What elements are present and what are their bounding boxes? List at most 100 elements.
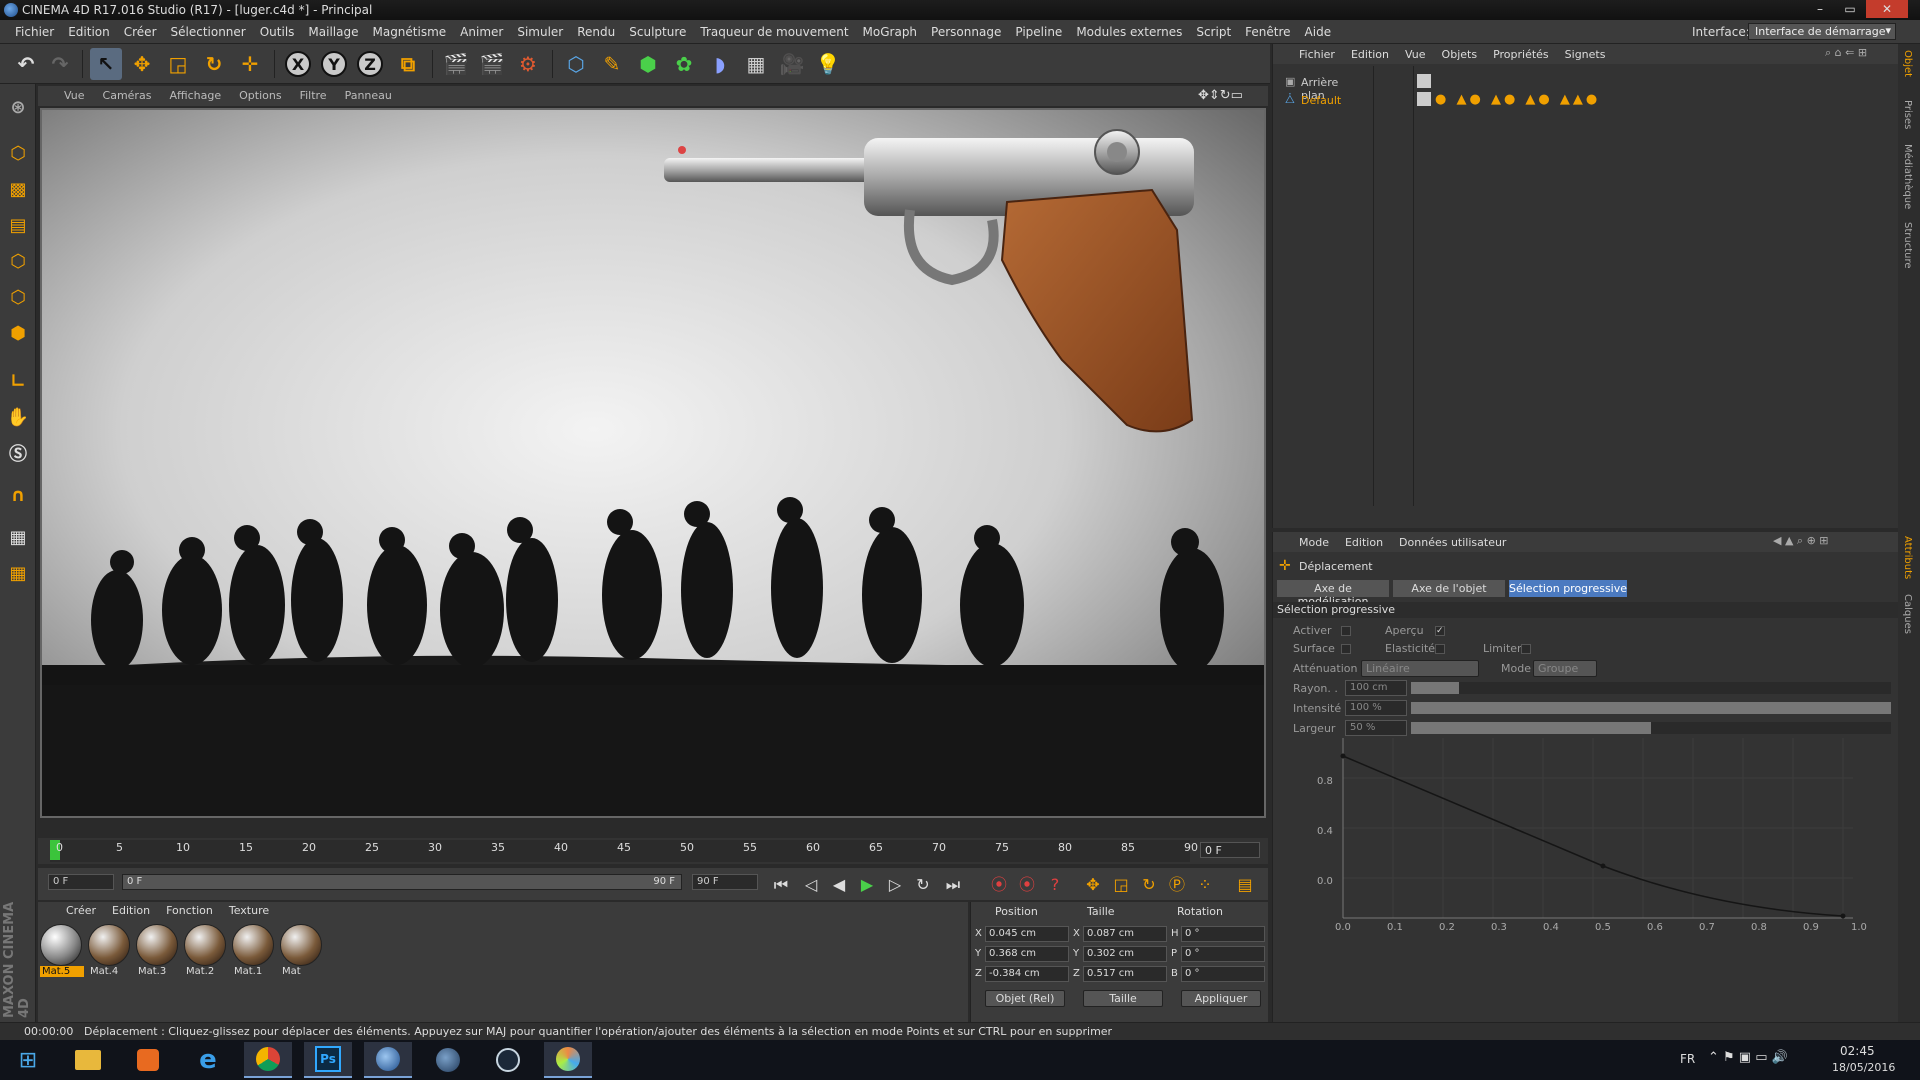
start-button[interactable]: ⊞ [4,1042,52,1078]
chrome-icon[interactable] [244,1042,292,1078]
snap-icon[interactable]: ∩ [3,480,33,510]
material-swatch[interactable]: Mat [280,924,324,980]
undo-icon[interactable]: ↶ [10,48,42,80]
make-editable-icon[interactable]: ⊛ [3,92,33,122]
cinema4d-secondary-icon[interactable] [424,1042,472,1078]
scale-tool-icon[interactable]: ◲ [162,48,194,80]
pen-spline-icon[interactable]: ✎ [596,48,628,80]
keyframe-selection-icon[interactable]: ? [1044,874,1066,896]
x-axis-lock-button[interactable]: X [282,48,314,80]
menu-pipeline[interactable]: Pipeline [1008,20,1069,44]
y-axis-lock-button[interactable]: Y [318,48,350,80]
photoshop-icon[interactable]: Ps [304,1042,352,1078]
record-keys-icon[interactable]: ⦿ [988,874,1010,896]
menu-selectionner[interactable]: Sélectionner [164,20,253,44]
material-menu-texture[interactable]: Texture [229,904,269,917]
polygons-mode-icon[interactable]: ⬢ [3,318,33,348]
camera-icon[interactable]: 🎥 [776,48,808,80]
apply-button[interactable]: Appliquer [1181,990,1261,1007]
previous-key-icon[interactable]: ◁ [800,874,822,896]
side-tab-mediatheque[interactable]: Médiathèque [1902,144,1913,209]
key-parameter-icon[interactable]: Ⓟ [1166,874,1188,896]
tab-axe-modelisation[interactable]: Axe de modélisation [1277,580,1389,608]
attr-menu-edition[interactable]: Edition [1345,536,1383,549]
side-tab-prises[interactable]: Prises [1902,100,1913,129]
object-manager-search-icon[interactable]: ⌕ ⌂ ⇐ ⊞ [1825,46,1867,60]
material-swatch[interactable]: Mat.4 [88,924,132,980]
maximize-button[interactable]: ▭ [1836,0,1864,18]
falloff-curve-graph[interactable] [1293,738,1893,938]
background-tag-icon[interactable] [1417,74,1431,88]
size-x-field[interactable]: 0.087 cm [1083,926,1167,942]
menu-edition[interactable]: Edition [61,20,117,44]
end-frame-field[interactable]: 90 F [692,874,758,890]
edges-mode-icon[interactable]: ⬡ [3,282,33,312]
surface-checkbox[interactable] [1341,644,1351,654]
menu-creer[interactable]: Créer [117,20,164,44]
go-to-end-icon[interactable]: ⏭ [942,874,964,896]
next-key-icon[interactable]: ↻ [912,874,934,896]
go-to-start-icon[interactable]: ⏮ [770,874,792,896]
attr-menu-mode[interactable]: Mode [1299,536,1329,549]
side-tab-attributs[interactable]: Attributs [1902,536,1913,579]
menu-maillage[interactable]: Maillage [301,20,365,44]
workplane-lock-icon[interactable]: ▦ [3,522,33,552]
media-player-icon[interactable] [124,1042,172,1078]
timeline-ruler[interactable]: 0 5 10 15 20 25 30 35 40 45 50 55 60 65 … [50,840,1198,862]
tab-selection-progressive[interactable]: Sélection progressive [1509,580,1627,597]
planar-workplane-icon[interactable]: ▦ [3,558,33,588]
menu-fichier[interactable]: Fichier [8,20,61,44]
menu-sculpture[interactable]: Sculpture [622,20,693,44]
limiter-checkbox[interactable] [1521,644,1531,654]
coord-size-select[interactable]: Taille [1083,990,1163,1007]
clock-time[interactable]: 02:45 [1840,1044,1875,1058]
side-tab-structure[interactable]: Structure [1902,222,1913,269]
rayon-slider[interactable] [1411,682,1891,694]
cloner-icon[interactable]: ✿ [668,48,700,80]
obj-menu-proprietes[interactable]: Propriétés [1493,48,1549,61]
activer-checkbox[interactable] [1341,626,1351,636]
render-settings-icon[interactable]: ⚙ [512,48,544,80]
material-swatch[interactable]: Mat.2 [184,924,228,980]
deformer-icon[interactable]: ◗ [704,48,736,80]
menu-mograph[interactable]: MoGraph [856,20,925,44]
rayon-field[interactable]: 100 cm [1345,680,1407,696]
viewport-menu-options[interactable]: Options [239,89,281,102]
material-tags-row[interactable]: ● ▲● ▲● ▲● ▲▲● [1435,92,1600,107]
menu-personnage[interactable]: Personnage [924,20,1008,44]
last-tool-icon[interactable]: ✛ [234,48,266,80]
key-position-icon[interactable]: ✥ [1082,874,1104,896]
3d-viewport[interactable] [40,108,1266,818]
coordinate-system-icon[interactable]: ⧉ [392,48,424,80]
tab-axe-objet[interactable]: Axe de l'objet [1393,580,1505,597]
position-z-field[interactable]: -0.384 cm [985,966,1069,982]
key-rotation-icon[interactable]: ↻ [1138,874,1160,896]
redo-icon[interactable]: ↷ [44,48,76,80]
texture-tag-icon[interactable] [1417,92,1431,106]
key-scale-icon[interactable]: ◲ [1110,874,1132,896]
current-frame-field[interactable]: 0 F [1200,842,1260,858]
menu-script[interactable]: Script [1189,20,1238,44]
largeur-field[interactable]: 50 % [1345,720,1407,736]
z-axis-lock-button[interactable]: Z [354,48,386,80]
rotate-tool-icon[interactable]: ↻ [198,48,230,80]
rotation-h-field[interactable]: 0 ° [1181,926,1265,942]
language-indicator[interactable]: FR [1680,1052,1695,1066]
paint-app-icon[interactable] [544,1042,592,1078]
viewport-menu-filtre[interactable]: Filtre [300,89,327,102]
play-icon[interactable]: ▶ [856,874,878,896]
menu-modules-externes[interactable]: Modules externes [1069,20,1189,44]
floor-icon[interactable]: ▦ [740,48,772,80]
axis-mode-icon[interactable]: ∟ [3,366,33,396]
select-tool-icon[interactable]: ↖ [90,48,122,80]
subdivision-surface-icon[interactable]: ⬢ [632,48,664,80]
next-frame-icon[interactable]: ▷ [884,874,906,896]
menu-animer[interactable]: Animer [453,20,510,44]
rotation-b-field[interactable]: 0 ° [1181,966,1265,982]
timeline-window-icon[interactable]: ▤ [1234,874,1256,896]
obj-menu-vue[interactable]: Vue [1405,48,1426,61]
material-swatch[interactable]: Mat.1 [232,924,276,980]
menu-aide[interactable]: Aide [1298,20,1339,44]
material-swatch[interactable]: Mat.5 [40,924,84,980]
position-x-field[interactable]: 0.045 cm [985,926,1069,942]
